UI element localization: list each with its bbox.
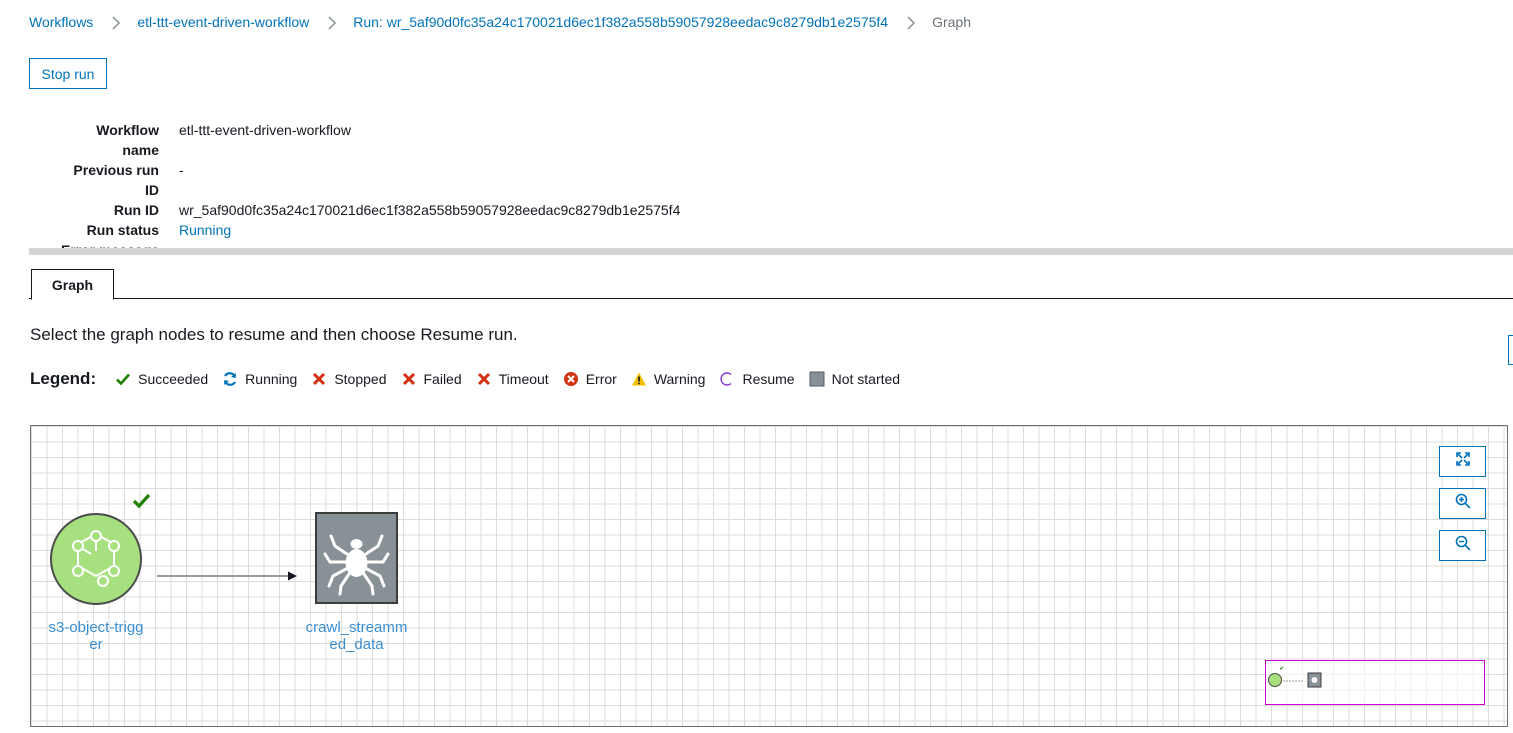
stop-run-button[interactable]: Stop run bbox=[29, 58, 107, 89]
label-line: ID bbox=[145, 182, 159, 198]
legend-item-not-started: Not started bbox=[809, 371, 900, 387]
legend-label: Timeout bbox=[498, 371, 549, 387]
node-label-line: s3-object-trigg bbox=[48, 619, 144, 636]
succeeded-check-icon bbox=[132, 493, 151, 509]
zoom-out-button[interactable] bbox=[1439, 530, 1486, 561]
legend-label: Stopped bbox=[334, 371, 387, 387]
run-details: Workflow name etl-ttt-event-driven-workf… bbox=[29, 120, 1513, 248]
zoom-out-icon bbox=[1455, 535, 1471, 556]
breadcrumb: Workflows etl-ttt-event-driven-workflow … bbox=[29, 14, 971, 30]
chevron-right-icon bbox=[325, 15, 339, 31]
node-label-line: ed_data bbox=[329, 636, 384, 653]
x-icon bbox=[476, 371, 492, 387]
legend-item-stopped: Stopped bbox=[311, 371, 387, 387]
label-line: name bbox=[122, 142, 159, 158]
node-label-trigger[interactable]: s3-object-trigg er bbox=[36, 619, 156, 653]
graph-minimap[interactable] bbox=[1265, 660, 1485, 705]
zoom-in-icon bbox=[1455, 493, 1471, 514]
run-status-label: Run status bbox=[86, 222, 159, 238]
chevron-right-icon bbox=[109, 15, 123, 31]
refresh-icon bbox=[222, 371, 238, 387]
legend-label: Error bbox=[585, 371, 617, 387]
legend-label: Succeeded bbox=[138, 371, 209, 387]
error-message-label: Error message bbox=[29, 240, 159, 248]
minimap-trigger-node bbox=[1268, 673, 1282, 687]
fit-to-screen-button[interactable] bbox=[1439, 446, 1486, 477]
tab-bar bbox=[29, 298, 1513, 299]
tab-graph[interactable]: Graph bbox=[31, 269, 114, 300]
graph-edge bbox=[157, 571, 297, 581]
legend-item-running: Running bbox=[222, 371, 297, 387]
legend-item-error: Error bbox=[563, 371, 617, 387]
legend-label: Resume bbox=[742, 371, 795, 387]
previous-run-label: Previous run ID bbox=[29, 160, 159, 200]
label-line: Workflow bbox=[96, 122, 159, 138]
run-status-value: Running bbox=[179, 222, 232, 238]
breadcrumb-workflow[interactable]: etl-ttt-event-driven-workflow bbox=[137, 14, 309, 30]
detail-row-previous-run: Previous run ID - bbox=[29, 160, 1513, 200]
resume-icon bbox=[719, 371, 735, 387]
fit-icon bbox=[1455, 451, 1471, 472]
x-icon bbox=[311, 371, 327, 387]
previous-run-value: - bbox=[179, 162, 184, 178]
node-trigger-s3-object-trigger[interactable] bbox=[50, 513, 142, 605]
x-circle-icon bbox=[563, 371, 579, 387]
detail-row-run-id: Run ID wr_5af90d0fc35a24c170021d6ec1f382… bbox=[29, 200, 1513, 220]
square-icon bbox=[809, 371, 825, 387]
chevron-right-icon bbox=[904, 15, 918, 31]
workflow-graph-canvas[interactable]: s3-object-trigg er crawl_streamm ed_data bbox=[30, 425, 1508, 727]
legend-item-warning: Warning bbox=[631, 371, 706, 387]
legend-label: Warning bbox=[653, 371, 706, 387]
breadcrumb-run[interactable]: Run: wr_5af90d0fc35a24c170021d6ec1f382a5… bbox=[353, 14, 888, 30]
legend-item-failed: Failed bbox=[401, 371, 462, 387]
legend-label: Not started bbox=[831, 371, 901, 387]
minimap-check-icon bbox=[1279, 666, 1284, 670]
node-label-line: crawl_streamm bbox=[305, 619, 408, 636]
x-icon bbox=[401, 371, 417, 387]
workflow-name-label: Workflow name bbox=[29, 120, 159, 160]
legend-label: Failed bbox=[423, 371, 462, 387]
legend: Legend: Succeeded Running Stopped Failed… bbox=[30, 369, 914, 389]
legend-item-resume: Resume bbox=[719, 371, 795, 387]
legend-item-timeout: Timeout bbox=[476, 371, 549, 387]
instruction-text: Select the graph nodes to resume and the… bbox=[30, 325, 518, 344]
zoom-in-button[interactable] bbox=[1439, 488, 1486, 519]
detail-row-run-status: Run status Running bbox=[29, 220, 1513, 240]
warning-icon bbox=[631, 371, 647, 387]
node-crawler-crawl-streammed-data[interactable] bbox=[315, 512, 398, 604]
minimap-svg bbox=[1268, 666, 1322, 688]
label-line: Previous run bbox=[73, 162, 159, 178]
run-id-label: Run ID bbox=[113, 202, 159, 218]
legend-label: Running bbox=[245, 371, 298, 387]
horizontal-scrollbar[interactable] bbox=[29, 248, 1513, 255]
detail-row-workflow-name: Workflow name etl-ttt-event-driven-workf… bbox=[29, 120, 1513, 160]
minimap-spider-icon bbox=[1311, 677, 1318, 683]
detail-row-error-message: Error message bbox=[29, 240, 1513, 248]
legend-item-succeeded: Succeeded bbox=[115, 371, 208, 387]
check-icon bbox=[115, 371, 131, 387]
node-label-crawler[interactable]: crawl_streamm ed_data bbox=[291, 619, 422, 653]
workflow-name-value: etl-ttt-event-driven-workflow bbox=[179, 122, 351, 138]
run-id-value: wr_5af90d0fc35a24c170021d6ec1f382a558b59… bbox=[179, 202, 681, 218]
legend-title: Legend: bbox=[30, 369, 97, 388]
breadcrumb-current: Graph bbox=[932, 14, 971, 30]
breadcrumb-workflows[interactable]: Workflows bbox=[29, 14, 93, 30]
side-panel-toggle[interactable] bbox=[1508, 335, 1513, 365]
node-label-line: er bbox=[89, 636, 103, 653]
